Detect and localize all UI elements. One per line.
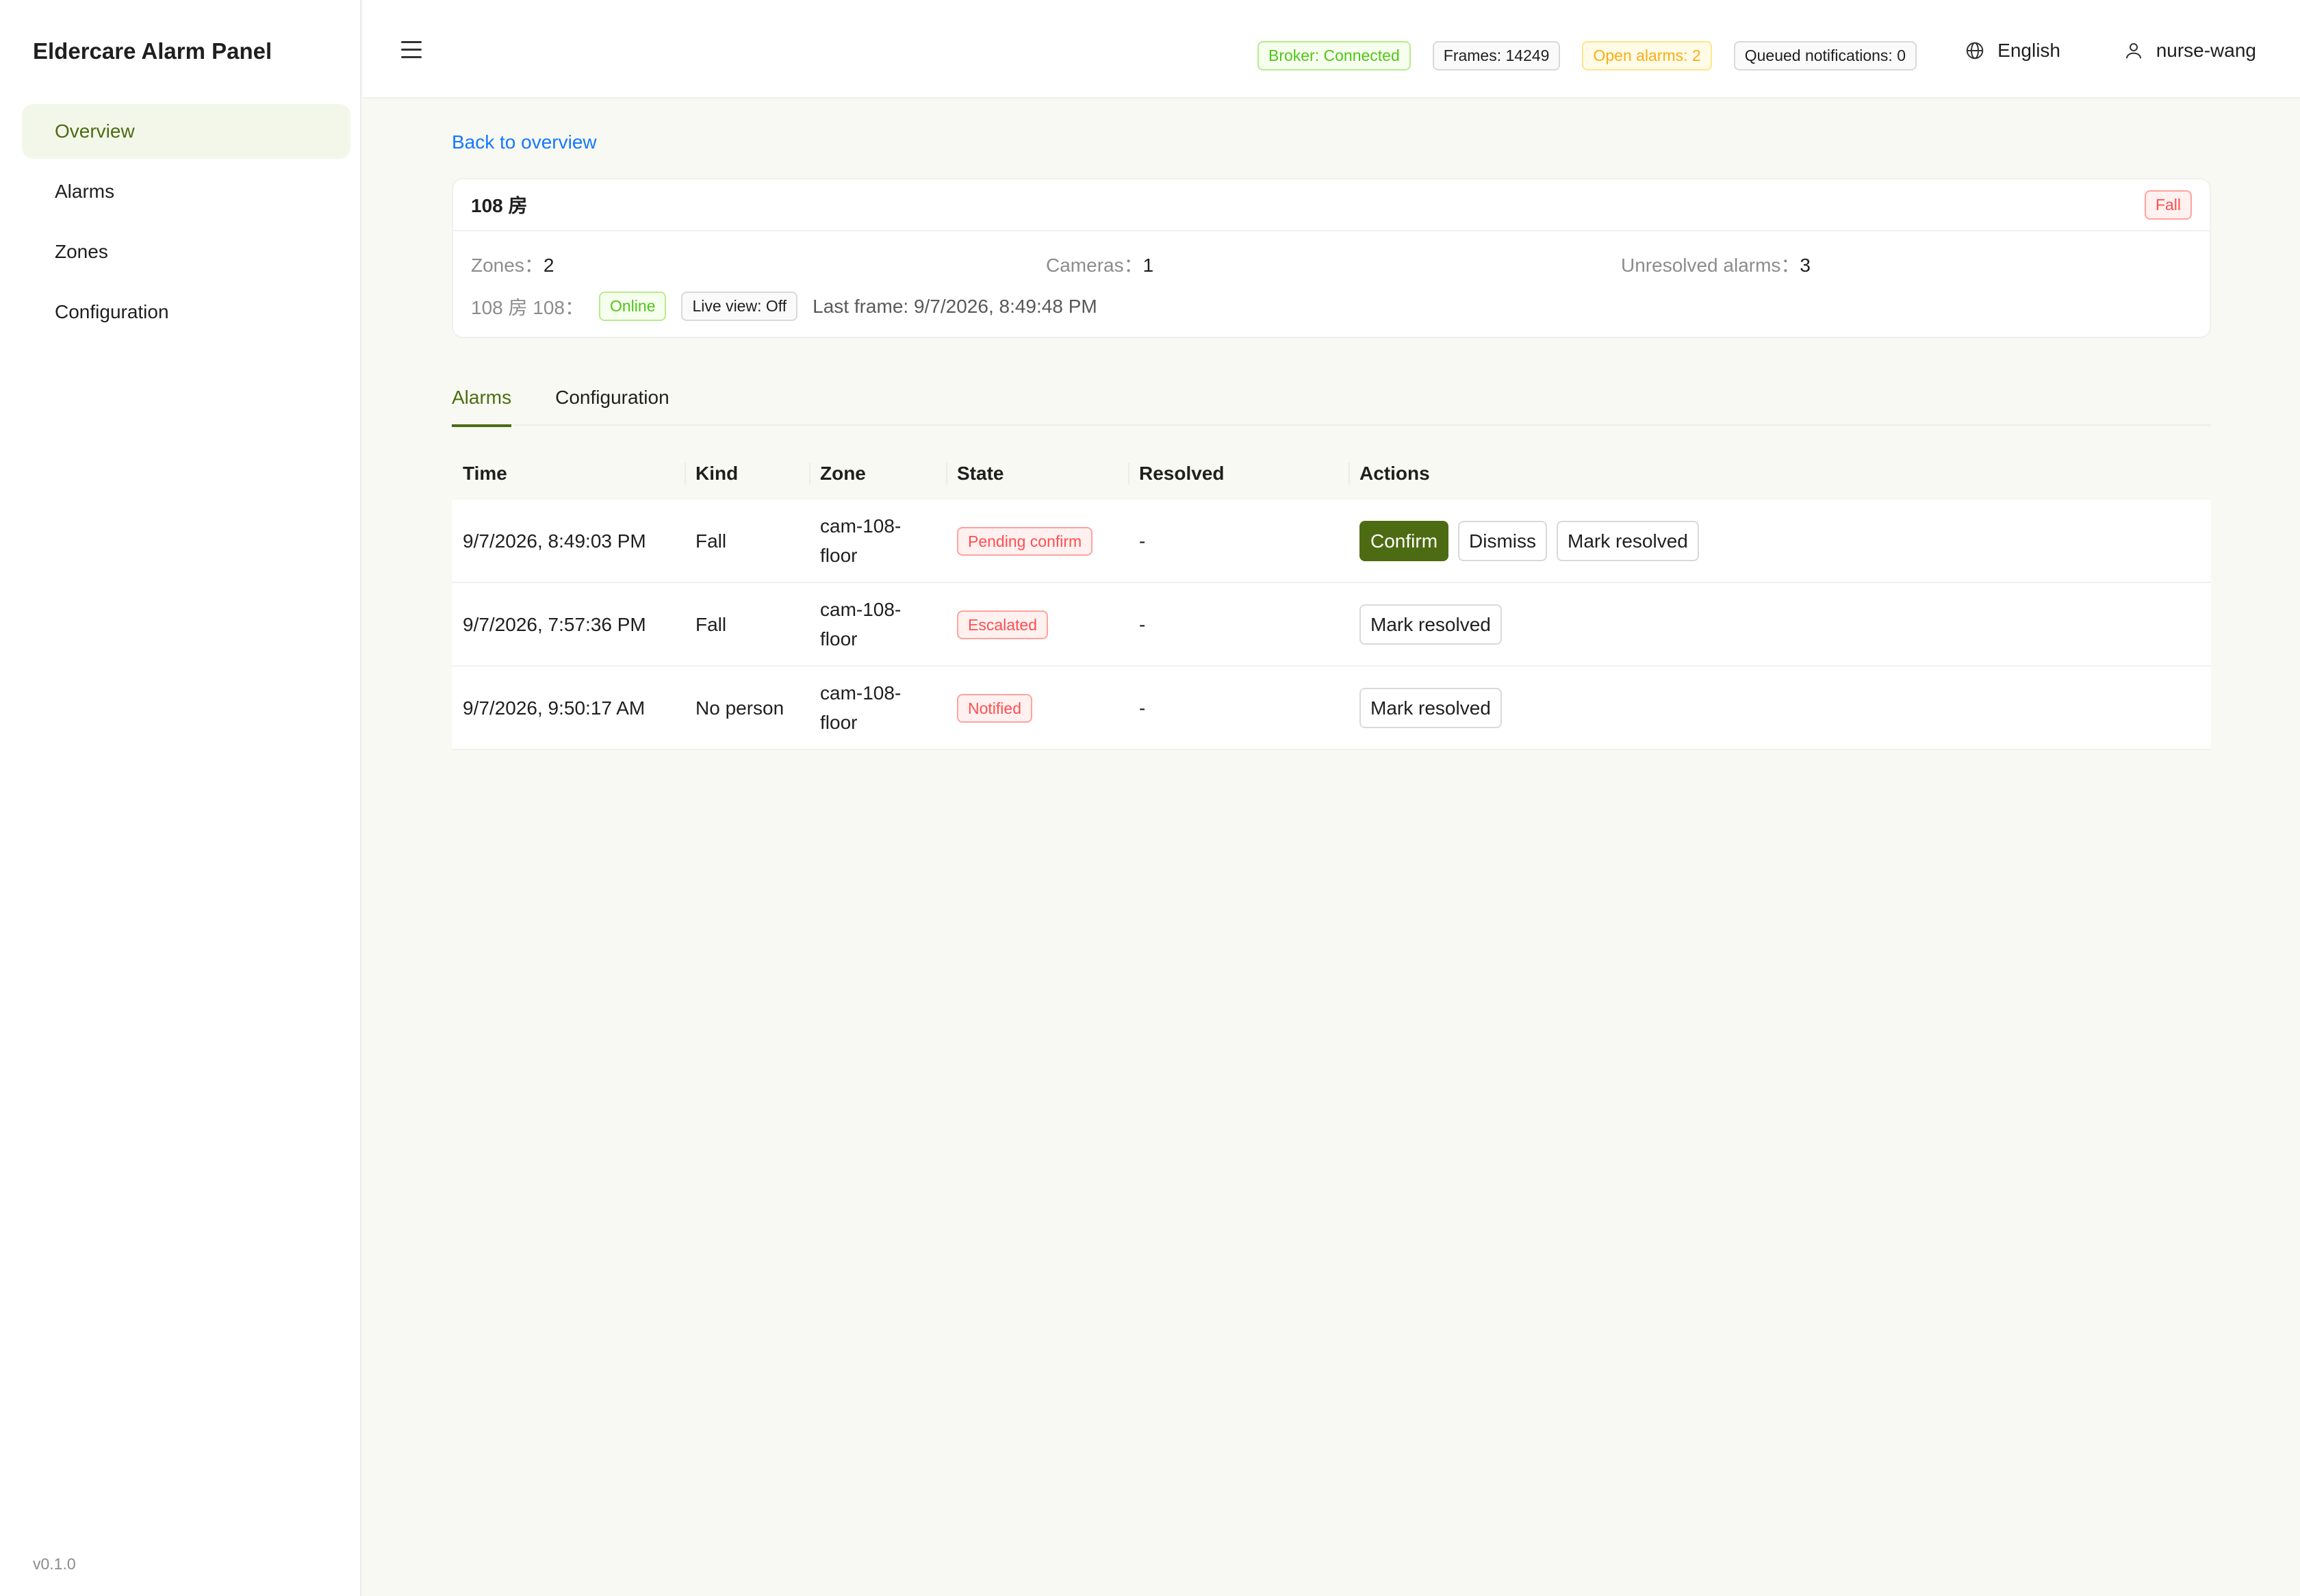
sidebar-item-alarms[interactable]: Alarms <box>22 164 350 219</box>
username: nurse-wang <box>2156 40 2256 61</box>
zones-label: Zones： <box>471 255 544 276</box>
globe-icon <box>1966 42 1984 60</box>
row-state: Notified <box>946 693 1128 723</box>
unresolved-value: 3 <box>1800 255 1811 276</box>
room-tabs: Alarms Configuration <box>452 370 2211 427</box>
row-kind: Fall <box>695 530 727 552</box>
col-actions: Actions <box>1349 448 2211 500</box>
row-state: Pending confirm <box>946 526 1128 556</box>
row-zone: cam-108- floor <box>809 511 946 570</box>
broker-status-badge: Broker: Connected <box>1257 41 1411 70</box>
row-kind: No person <box>695 697 784 719</box>
row-zone-line1: cam-108- <box>820 515 902 537</box>
cameras-stat: Cameras：1 <box>1046 250 1621 278</box>
cameras-label: Cameras： <box>1046 255 1143 276</box>
table-row: 9/7/2026, 8:49:03 PM Fall cam-108- floor … <box>452 500 2211 583</box>
user-icon <box>2125 43 2141 59</box>
language-label: English <box>1997 40 2060 61</box>
camera-label: 108 房 108： <box>471 296 584 318</box>
table-row: 9/7/2026, 9:50:17 AM No person cam-108- f… <box>452 667 2211 750</box>
row-resolved: - <box>1139 697 1146 719</box>
tab-configuration[interactable]: Configuration <box>555 370 669 426</box>
row-time: 9/7/2026, 7:57:36 PM <box>463 613 646 635</box>
col-time: Time <box>463 463 507 484</box>
col-zone: Zone <box>809 448 946 500</box>
sidebar-item-overview[interactable]: Overview <box>22 104 350 159</box>
row-zone-line1: cam-108- <box>820 599 902 620</box>
room-card-header: 108 房 Fall <box>453 179 2210 231</box>
row-time: 9/7/2026, 8:49:03 PM <box>463 530 646 552</box>
sidebar-item-configuration[interactable]: Configuration <box>22 285 350 339</box>
room-stats: Zones：2 Cameras：1 Unresolved alarms：3 <box>471 250 2196 278</box>
row-resolved: - <box>1139 613 1146 635</box>
row-time: 9/7/2026, 9:50:17 AM <box>463 697 646 719</box>
row-state: Escalated <box>946 609 1128 640</box>
mark-resolved-button[interactable]: Mark resolved <box>1557 520 1699 561</box>
row-zone-line1: cam-108- <box>820 682 902 704</box>
row-kind: Fall <box>695 613 727 635</box>
room-alarm-kind-badge: Fall <box>2144 190 2192 220</box>
row-actions: Mark resolved <box>1349 687 2211 728</box>
last-frame-text: Last frame: 9/7/2026, 8:49:48 PM <box>813 295 1097 317</box>
sidebar-item-zones[interactable]: Zones <box>22 224 350 279</box>
tab-alarms[interactable]: Alarms <box>452 370 512 427</box>
dismiss-button[interactable]: Dismiss <box>1458 520 1548 561</box>
sidebar: Eldercare Alarm Panel Overview Alarms Zo… <box>0 0 361 1596</box>
queued-notifications-badge: Queued notifications: 0 <box>1733 41 1917 70</box>
zones-stat: Zones：2 <box>471 250 1046 278</box>
confirm-button[interactable]: Confirm <box>1359 520 1449 561</box>
frames-badge: Frames: 14249 <box>1432 41 1561 70</box>
row-zone-line2: floor <box>820 545 858 566</box>
row-resolved: - <box>1139 530 1146 552</box>
zones-value: 2 <box>543 255 554 276</box>
cameras-value: 1 <box>1142 255 1154 276</box>
room-title: 108 房 <box>471 195 528 216</box>
col-kind: Kind <box>685 448 809 500</box>
unresolved-label: Unresolved alarms： <box>1621 255 1800 276</box>
col-state: State <box>946 448 1128 500</box>
col-resolved: Resolved <box>1128 448 1349 500</box>
alarms-table: Time Kind Zone State Resolved Actions 9/… <box>452 448 2211 750</box>
state-badge: Notified <box>957 693 1032 723</box>
row-zone: cam-108- floor <box>809 595 946 654</box>
state-badge: Pending confirm <box>957 526 1093 556</box>
room-card: 108 房 Fall Zones：2 Cameras：1 Unresolved … <box>452 178 2211 338</box>
mark-resolved-button[interactable]: Mark resolved <box>1359 687 1502 728</box>
language-selector[interactable]: English <box>1965 40 2060 62</box>
back-to-overview-link[interactable]: Back to overview <box>452 131 597 153</box>
row-actions: Mark resolved <box>1349 604 2211 645</box>
row-zone-line2: floor <box>820 712 858 733</box>
open-alarms-badge: Open alarms: 2 <box>1582 41 1712 70</box>
top-header: Broker: Connected Frames: 14249 Open ala… <box>363 0 2300 99</box>
table-row: 9/7/2026, 7:57:36 PM Fall cam-108- floor … <box>452 583 2211 667</box>
live-view-badge: Live view: Off <box>681 292 798 321</box>
unresolved-stat: Unresolved alarms：3 <box>1621 250 2196 278</box>
status-tags: Broker: Connected Frames: 14249 Open ala… <box>1257 41 1917 70</box>
table-header: Time Kind Zone State Resolved Actions <box>452 448 2211 500</box>
camera-online-badge: Online <box>599 292 667 321</box>
menu-icon[interactable] <box>401 41 422 59</box>
camera-status-line: 108 房 108： Online Live view: Off Last fr… <box>471 292 1097 321</box>
sidebar-nav: Overview Alarms Zones Configuration <box>22 104 350 345</box>
user-menu[interactable]: nurse-wang <box>2123 40 2256 62</box>
app-version: v0.1.0 <box>33 1555 76 1573</box>
mark-resolved-button[interactable]: Mark resolved <box>1359 604 1502 645</box>
row-zone: cam-108- floor <box>809 678 946 737</box>
row-actions: Confirm Dismiss Mark resolved <box>1349 520 2211 561</box>
state-badge: Escalated <box>957 610 1049 639</box>
app-title: Eldercare Alarm Panel <box>33 38 272 64</box>
row-zone-line2: floor <box>820 628 858 649</box>
